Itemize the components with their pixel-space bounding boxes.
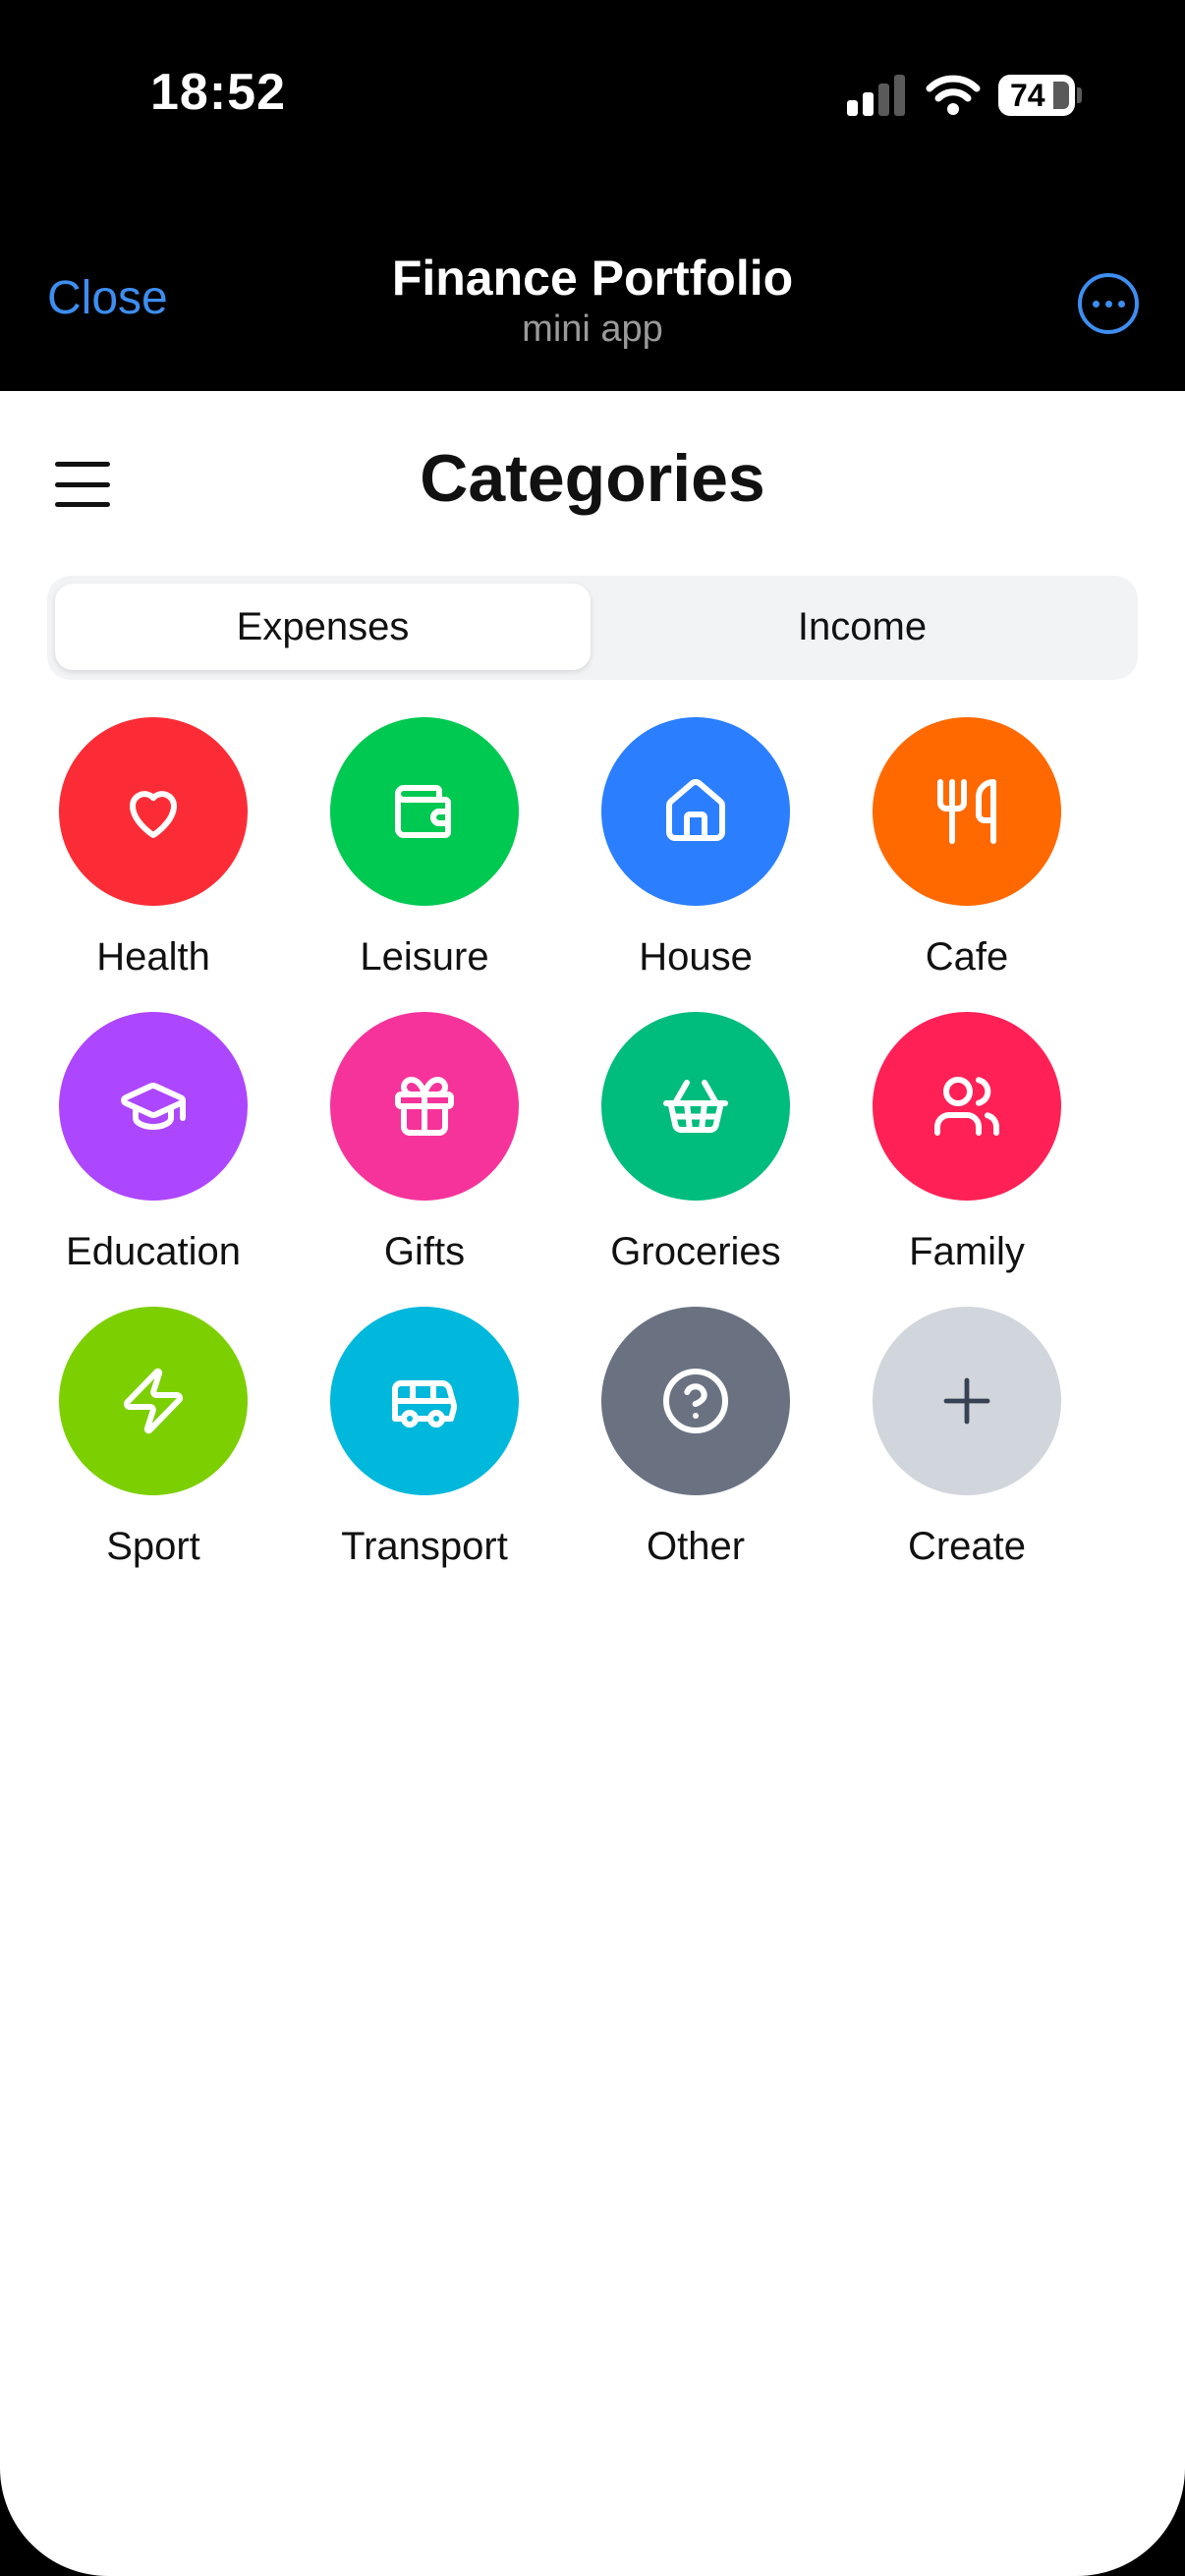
tab-expenses[interactable]: Expenses [55,584,591,670]
category-other[interactable]: Other [558,1307,833,1569]
category-icon-circle [601,717,790,906]
graduation-cap-icon [121,1083,186,1130]
category-leisure[interactable]: Leisure [287,717,562,980]
category-label: Health [96,935,210,979]
category-label: House [639,935,753,979]
create-category-button[interactable]: Create [829,1307,1104,1569]
category-cafe[interactable]: Cafe [829,717,1104,980]
category-icon-circle [330,1012,519,1201]
gift-icon [395,1077,454,1136]
more-dot-icon [1104,300,1112,308]
category-label: Create [907,1525,1027,1568]
category-icon-circle [873,1307,1061,1495]
shopping-basket-icon [663,1080,728,1133]
more-dot-icon [1117,300,1125,308]
category-label: Sport [106,1525,200,1568]
category-icon-circle [59,717,248,906]
wallet-icon [395,785,451,838]
status-bar: 18:52 74 [0,0,1185,187]
category-icon-circle [330,717,519,906]
wifi-icon [926,75,981,115]
battery-indicator: 74 [998,75,1075,116]
category-icon-circle [873,717,1061,906]
category-gifts[interactable]: Gifts [287,1012,562,1274]
category-education[interactable]: Education [16,1012,291,1274]
category-house[interactable]: House [558,717,833,980]
page-title: Categories [420,441,765,516]
status-time: 18:52 [150,64,286,121]
users-icon [934,1077,1000,1136]
heart-icon [130,791,177,838]
category-icon-circle [873,1012,1061,1201]
app-title: Finance Portfolio [391,251,794,306]
mini-app-header: Close Finance Portfolio mini app [0,187,1185,391]
category-family[interactable]: Family [829,1012,1104,1274]
category-label: Leisure [360,935,489,979]
battery-nub [1077,87,1082,103]
category-groceries[interactable]: Groceries [558,1012,833,1274]
category-sport[interactable]: Sport [16,1307,291,1569]
plus-icon [943,1377,990,1425]
category-label: Cafe [925,935,1009,979]
cellular-signal-icon [847,75,906,116]
zap-icon [124,1368,183,1434]
utensils-icon [937,779,996,844]
house-icon [666,779,725,841]
type-segmented-control: Expenses Income [47,576,1138,680]
category-icon-circle [59,1012,248,1201]
category-label: Groceries [610,1230,781,1273]
category-label: Education [66,1230,241,1273]
more-dot-icon [1092,300,1100,308]
category-icon-circle [601,1012,790,1201]
category-icon-circle [59,1307,248,1495]
category-health[interactable]: Health [16,717,291,980]
category-transport[interactable]: Transport [287,1307,562,1569]
main-content: Categories Expenses Income Health Leisure… [0,391,1185,2576]
category-label: Gifts [383,1230,466,1273]
app-subtitle: mini app [522,308,663,350]
category-label: Transport [341,1525,508,1568]
question-circle-icon [663,1369,728,1433]
category-label: Family [909,1230,1025,1273]
category-label: Other [646,1525,746,1568]
tab-income[interactable]: Income [594,584,1130,670]
category-icon-circle [601,1307,790,1495]
more-options-button[interactable] [1078,273,1139,334]
bus-icon [392,1380,457,1428]
category-icon-circle [330,1307,519,1495]
battery-level: 74 [1010,77,1045,113]
